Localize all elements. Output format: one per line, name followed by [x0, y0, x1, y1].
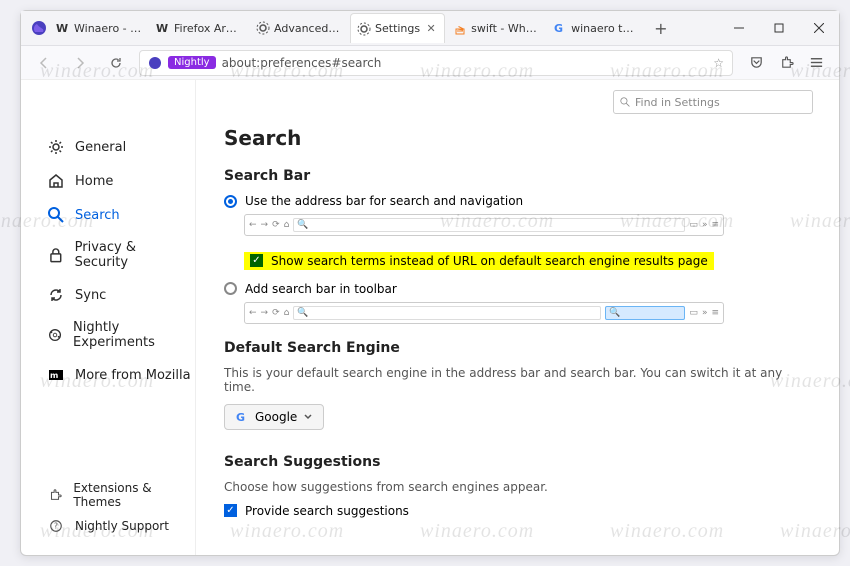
maximize-button[interactable]	[759, 13, 799, 43]
search-icon: 🔍	[297, 308, 308, 318]
searchbar-heading: Search Bar	[224, 168, 811, 184]
svg-text:?: ?	[54, 522, 58, 531]
flask-icon	[47, 326, 63, 344]
help-icon: ?	[47, 517, 65, 535]
sidebar-item-general[interactable]: General	[43, 130, 195, 164]
favicon-icon: W	[56, 21, 70, 35]
url-bar[interactable]: Nightly about:preferences#search ☆	[139, 50, 733, 76]
minimize-button[interactable]	[719, 13, 759, 43]
settings-sidebar: General Home Search Privacy & Security S…	[21, 80, 196, 555]
url-text: about:preferences#search	[222, 56, 708, 70]
checkbox-show-search-terms[interactable]: ✓ Show search terms instead of URL on de…	[244, 252, 714, 270]
radio-separate-searchbar[interactable]: Add search bar in toolbar	[224, 282, 811, 296]
tab-swift[interactable]: swift - Why is a	[447, 13, 545, 43]
tab-firefox-archive[interactable]: WFirefox Archive	[150, 13, 248, 43]
close-icon[interactable]: ✕	[424, 22, 438, 35]
sidebar-item-privacy[interactable]: Privacy & Security	[43, 232, 195, 278]
gear-icon	[256, 21, 270, 35]
find-in-settings[interactable]: Find in Settings	[613, 90, 813, 114]
suggestions-heading: Search Suggestions	[224, 454, 811, 470]
lock-icon	[47, 246, 65, 264]
checkbox-icon: ✓	[224, 504, 237, 517]
default-engine-heading: Default Search Engine	[224, 340, 811, 356]
new-tab-button[interactable]: +	[646, 19, 675, 38]
google-icon: G	[553, 21, 567, 35]
menu-icon[interactable]	[807, 54, 825, 72]
puzzle-icon	[47, 486, 63, 504]
checkbox-icon: ✓	[250, 254, 263, 267]
stackoverflow-icon	[453, 21, 467, 35]
settings-main: Find in Settings Search Search Bar Use t…	[196, 80, 839, 555]
sidebar-item-home[interactable]: Home	[43, 164, 195, 198]
title-bar: WWinaero - At th WFirefox Archive Advanc…	[21, 11, 839, 46]
nightly-badge: Nightly	[168, 56, 216, 69]
firefox-icon	[148, 56, 162, 70]
tab-settings[interactable]: Settings✕	[350, 13, 445, 43]
radio-icon	[224, 195, 237, 208]
mock-urlbar: 🔍	[293, 306, 601, 320]
search-icon: 🔍	[609, 308, 620, 318]
radio-use-addressbar[interactable]: Use the address bar for search and navig…	[224, 194, 811, 208]
svg-text:W: W	[156, 22, 168, 35]
gear-icon	[357, 22, 371, 36]
sidebar-item-search[interactable]: Search	[43, 198, 195, 232]
mock-toolbar-combined: ←→⟳⌂ 🔍 ▭»≡	[244, 214, 724, 236]
favicon-icon: W	[156, 21, 170, 35]
window-controls	[719, 13, 839, 43]
reload-button[interactable]	[103, 50, 129, 76]
gear-icon	[47, 138, 65, 156]
tab-winaero[interactable]: WWinaero - At th	[50, 13, 148, 43]
mock-toolbar-separate: ←→⟳⌂ 🔍 🔍 ▭»≡	[244, 302, 724, 324]
google-icon: G	[235, 410, 249, 424]
browser-window: WWinaero - At th WFirefox Archive Advanc…	[20, 10, 840, 556]
search-icon: 🔍	[297, 220, 308, 230]
svg-text:W: W	[56, 22, 68, 35]
sidebar-extensions[interactable]: Extensions & Themes	[43, 477, 195, 513]
content-area: General Home Search Privacy & Security S…	[21, 80, 839, 555]
bookmark-star-icon[interactable]: ☆	[713, 56, 724, 70]
extensions-icon[interactable]	[777, 54, 795, 72]
suggestions-desc: Choose how suggestions from search engin…	[224, 480, 811, 494]
default-engine-desc: This is your default search engine in th…	[224, 366, 811, 394]
svg-text:m: m	[50, 371, 58, 380]
tab-strip: WWinaero - At th WFirefox Archive Advanc…	[49, 11, 719, 45]
chevron-down-icon	[303, 412, 313, 422]
tab-winaero-tweak[interactable]: Gwinaero tweak	[547, 13, 645, 43]
mock-searchbar: 🔍	[605, 306, 685, 320]
svg-text:G: G	[554, 22, 563, 35]
forward-button[interactable]	[67, 50, 93, 76]
sidebar-item-sync[interactable]: Sync	[43, 278, 195, 312]
search-icon	[47, 206, 65, 224]
firefox-nightly-icon	[21, 20, 49, 36]
mozilla-icon: m	[47, 366, 65, 384]
default-engine-selector[interactable]: G Google	[224, 404, 324, 430]
tab-advanced-pref[interactable]: Advanced Pref	[250, 13, 348, 43]
svg-text:G: G	[236, 411, 245, 424]
sync-icon	[47, 286, 65, 304]
mock-urlbar: 🔍	[293, 218, 685, 232]
toolbar-extensions	[743, 54, 829, 72]
sidebar-item-experiments[interactable]: Nightly Experiments	[43, 312, 195, 358]
home-icon	[47, 172, 65, 190]
pocket-icon[interactable]	[747, 54, 765, 72]
close-button[interactable]	[799, 13, 839, 43]
sidebar-item-mozilla[interactable]: mMore from Mozilla	[43, 358, 195, 392]
page-title: Search	[224, 126, 811, 150]
back-button[interactable]	[31, 50, 57, 76]
checkbox-provide-suggestions[interactable]: ✓ Provide search suggestions	[224, 504, 811, 518]
sidebar-support[interactable]: ?Nightly Support	[43, 513, 195, 539]
radio-icon	[224, 282, 237, 295]
navigation-toolbar: Nightly about:preferences#search ☆	[21, 46, 839, 80]
search-icon	[620, 97, 631, 108]
